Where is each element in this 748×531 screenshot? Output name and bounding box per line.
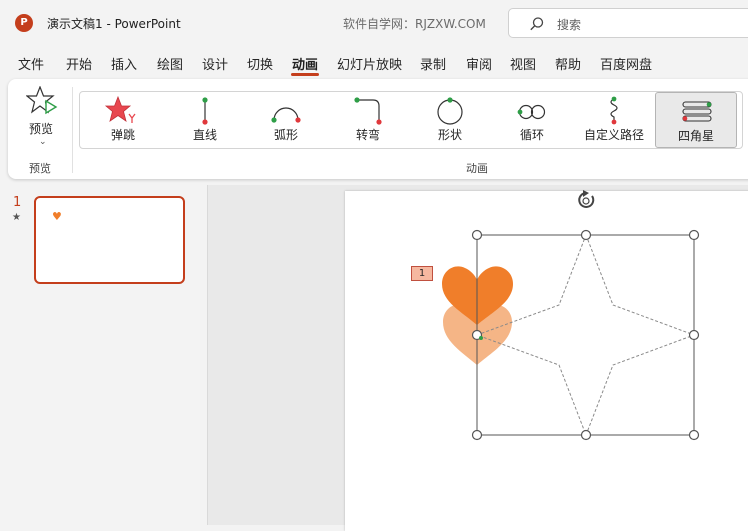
four-point-star-path [475, 233, 696, 437]
rotate-handle-icon [578, 190, 595, 208]
animation-order-tag[interactable]: 1 [411, 266, 433, 281]
path-start-marker [479, 336, 483, 340]
slide-overlay [442, 190, 700, 441]
selection-box [476, 234, 695, 436]
